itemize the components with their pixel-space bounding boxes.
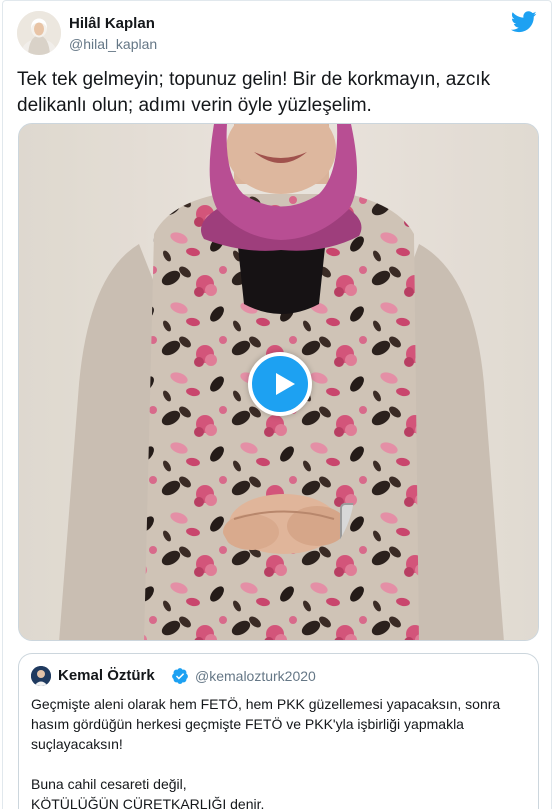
quoted-author-handle[interactable]: @kemalozturk2020	[195, 668, 316, 684]
quoted-tweet[interactable]: Kemal Öztürk @kemalozturk2020 Geçmişte a…	[18, 653, 539, 809]
author-avatar[interactable]	[17, 11, 61, 55]
quoted-tweet-text: Geçmişte aleni olarak hem FETÖ, hem PKK …	[31, 694, 526, 809]
quoted-author-name[interactable]: Kemal Öztürk	[58, 667, 155, 684]
quoted-text-line: Buna cahil cesareti değil,	[31, 776, 187, 792]
author-handle[interactable]: @hilal_kaplan	[69, 36, 157, 52]
tweet-card: Hilâl Kaplan @hilal_kaplan Tek tek gelme…	[2, 0, 552, 809]
video-player[interactable]	[18, 123, 539, 641]
play-button[interactable]	[248, 352, 312, 416]
tweet-text: Tek tek gelmeyin; topunuz gelin! Bir de …	[17, 69, 491, 116]
quoted-text-line: Geçmişte aleni olarak hem FETÖ, hem PKK …	[31, 696, 501, 752]
quoted-author-avatar[interactable]	[31, 666, 51, 686]
author-name[interactable]: Hilâl Kaplan	[69, 15, 155, 32]
quoted-text-line: KÖTÜLÜĞÜN CÜRETKARLIĞI denir.	[31, 796, 265, 809]
play-icon	[276, 373, 295, 395]
twitter-bird-icon[interactable]	[511, 11, 537, 33]
verified-badge-icon	[172, 668, 188, 684]
